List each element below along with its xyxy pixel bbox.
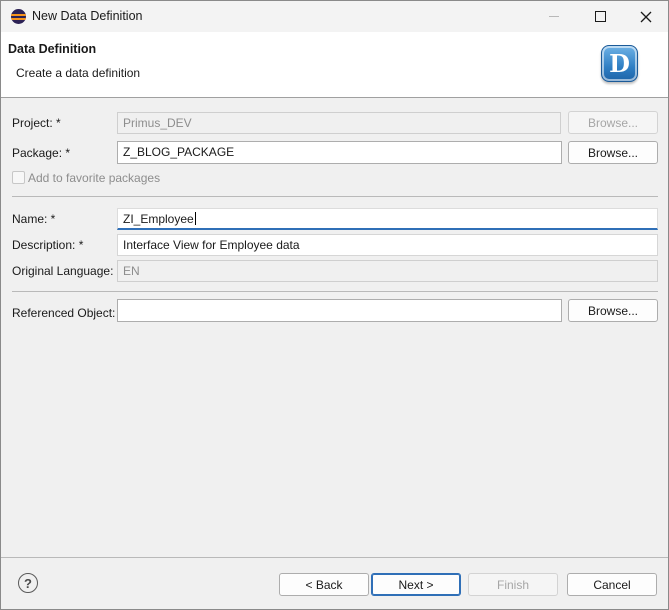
maximize-button[interactable] — [577, 1, 623, 32]
cancel-button[interactable]: Cancel — [567, 573, 657, 596]
help-icon[interactable]: ? — [18, 573, 38, 593]
data-definition-icon: D — [601, 45, 638, 82]
referenced-object-browse-button[interactable]: Browse... — [568, 299, 658, 322]
name-label: Name: * — [12, 212, 56, 226]
page-subtitle: Create a data definition — [16, 66, 141, 80]
package-field[interactable]: Z_BLOG_PACKAGE — [117, 141, 562, 164]
project-browse-button: Browse... — [568, 111, 658, 134]
package-label: Package: * — [12, 146, 71, 160]
close-button[interactable] — [623, 1, 669, 32]
finish-button: Finish — [468, 573, 558, 596]
package-browse-button[interactable]: Browse... — [568, 141, 658, 164]
name-field[interactable]: ZI_Employee — [117, 208, 658, 230]
original-language-label: Original Language: — [12, 264, 114, 278]
favorite-packages-label: Add to favorite packages — [28, 171, 161, 185]
name-value: ZI_Employee — [123, 212, 194, 226]
description-field[interactable]: Interface View for Employee data — [117, 234, 658, 256]
close-icon — [640, 11, 652, 22]
maximize-icon — [594, 11, 606, 22]
wizard-header: Data Definition Create a data definition… — [1, 32, 668, 98]
page-title: Data Definition — [8, 42, 97, 56]
text-cursor — [194, 212, 196, 225]
referenced-object-field[interactable] — [117, 299, 562, 322]
description-label: Description: * — [12, 238, 84, 252]
title-bar: New Data Definition — [1, 1, 668, 32]
favorite-packages-checkbox[interactable] — [12, 171, 25, 184]
back-button[interactable]: < Back — [279, 573, 369, 596]
window-title: New Data Definition — [32, 9, 143, 23]
separator — [12, 291, 658, 292]
minimize-icon — [549, 16, 559, 17]
original-language-field: EN — [117, 260, 658, 282]
separator — [12, 196, 658, 197]
footer-separator — [1, 557, 668, 558]
project-label: Project: * — [12, 116, 61, 130]
minimize-button[interactable] — [531, 1, 577, 32]
project-field: Primus_DEV — [117, 112, 561, 134]
next-button[interactable]: Next > — [371, 573, 461, 596]
dialog-window: New Data Definition Data Definition Crea… — [0, 0, 669, 610]
referenced-object-label: Referenced Object: — [12, 306, 116, 320]
eclipse-icon — [11, 9, 26, 24]
